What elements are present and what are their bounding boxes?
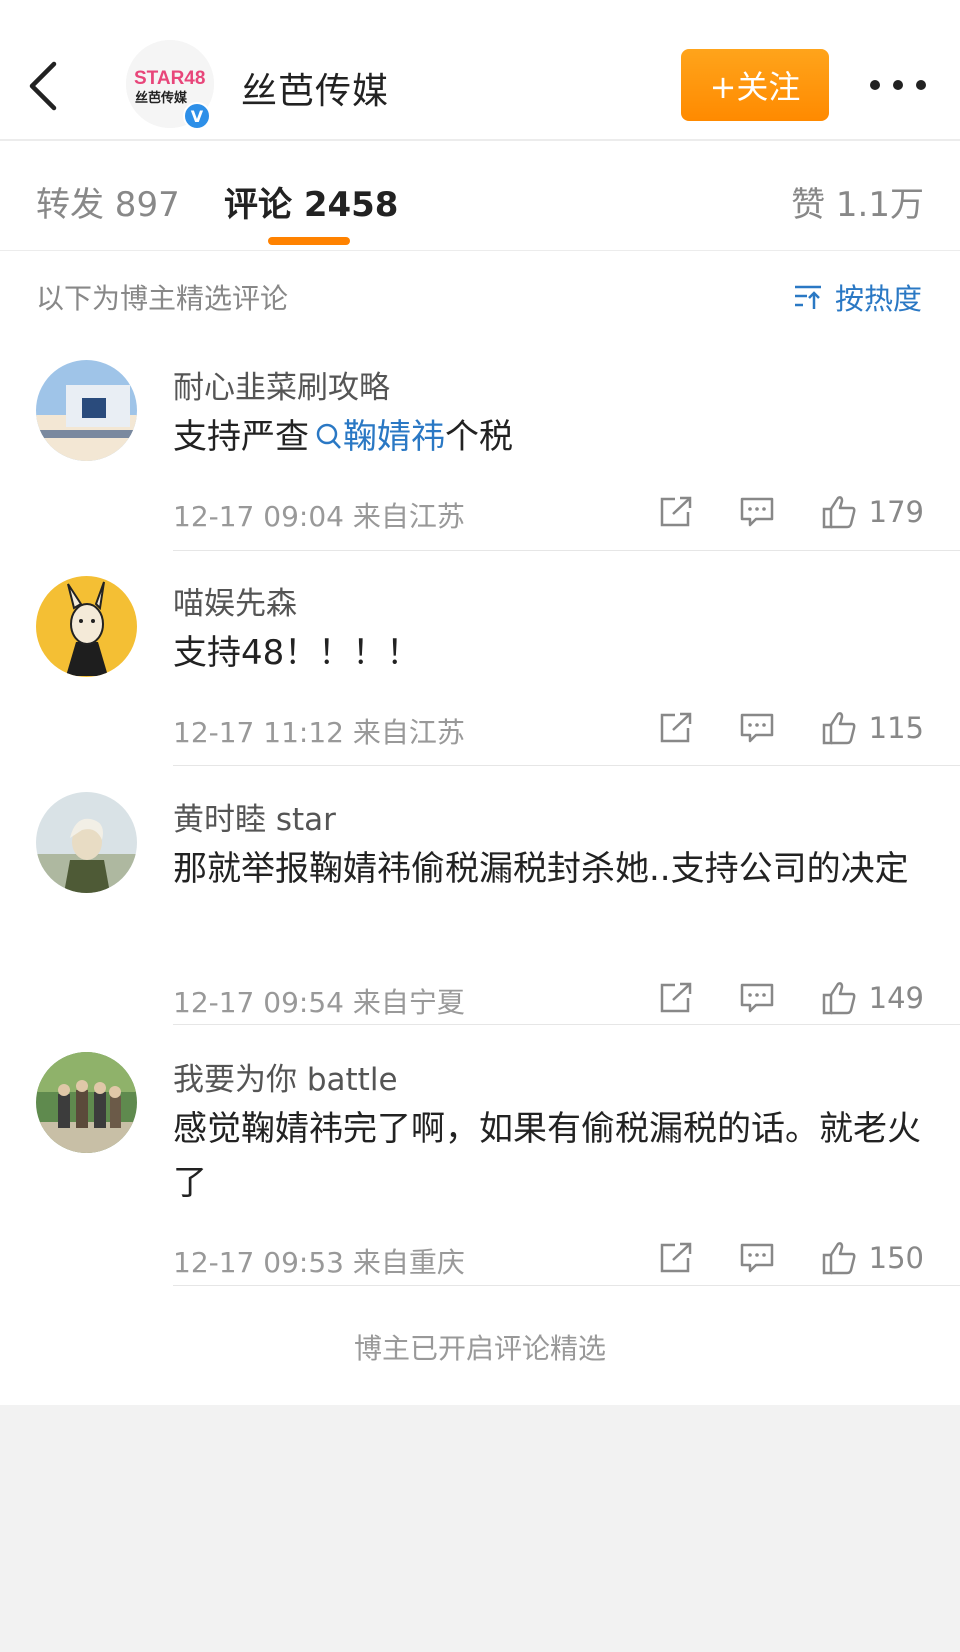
tab-repost[interactable]: 转发 897 xyxy=(36,177,180,226)
share-icon[interactable] xyxy=(659,496,693,528)
comment-actions: 115 xyxy=(659,708,924,748)
sort-label: 按热度 xyxy=(835,282,923,316)
comment-username[interactable]: 喵娱先森 xyxy=(173,578,297,623)
thumbs-up-icon xyxy=(822,982,856,1015)
comment-meta: 12-17 09:53 来自重庆 xyxy=(173,1246,465,1279)
back-icon[interactable] xyxy=(26,56,62,116)
like-count: 150 xyxy=(868,1241,924,1275)
like-button[interactable]: 149 xyxy=(821,981,924,1015)
like-count: 179 xyxy=(868,495,924,529)
tab-comments[interactable]: 评论 2458 xyxy=(224,177,398,226)
like-count: 115 xyxy=(868,711,924,745)
reply-icon[interactable] xyxy=(739,496,775,528)
topic-link[interactable]: 鞠婧祎 xyxy=(309,417,445,457)
comment-username[interactable]: 耐心韭菜刷攻略 xyxy=(173,362,390,407)
share-icon[interactable] xyxy=(659,1242,693,1274)
like-button[interactable]: 150 xyxy=(821,1241,924,1275)
verified-badge-icon: V xyxy=(183,102,211,130)
logo-text-top: STAR48 xyxy=(134,68,205,89)
reply-icon[interactable] xyxy=(739,1242,775,1274)
featured-comments-label: 以下为博主精选评论 xyxy=(36,282,289,315)
comment-meta: 12-17 09:04 来自江苏 xyxy=(173,500,465,533)
comment-username[interactable]: 我要为你 battle xyxy=(173,1054,398,1099)
divider xyxy=(173,550,960,551)
avatar[interactable] xyxy=(36,1052,137,1153)
like-count: 149 xyxy=(868,981,924,1015)
reply-icon[interactable] xyxy=(739,982,775,1014)
comment-username[interactable]: 黄时睦 star xyxy=(173,794,336,839)
more-options-icon[interactable] xyxy=(870,70,926,100)
avatar[interactable] xyxy=(36,576,137,677)
thumbs-up-icon xyxy=(822,712,856,745)
comment-actions: 149 xyxy=(659,978,924,1018)
thumbs-up-icon xyxy=(822,496,856,529)
divider xyxy=(173,1285,960,1286)
sort-icon xyxy=(795,285,821,309)
like-button[interactable]: 179 xyxy=(821,495,924,529)
comment-actions: 179 xyxy=(659,492,924,532)
comment-meta: 12-17 09:54 来自宁夏 xyxy=(173,986,465,1019)
tab-bar: 转发 897 评论 2458 赞 1.1万 xyxy=(0,143,960,251)
reply-icon[interactable] xyxy=(739,712,775,744)
tab-likes[interactable]: 赞 1.1万 xyxy=(791,177,924,226)
avatar[interactable] xyxy=(36,360,137,461)
comment-meta: 12-17 11:12 来自江苏 xyxy=(173,716,465,749)
divider xyxy=(173,765,960,766)
sort-by-hot-button[interactable]: 按热度 xyxy=(793,276,922,318)
active-tab-indicator xyxy=(268,237,350,245)
account-name[interactable]: 丝芭传媒 xyxy=(241,62,389,114)
comment-actions: 150 xyxy=(659,1238,924,1278)
like-button[interactable]: 115 xyxy=(821,711,924,745)
comment-text: 感觉鞠婧祎完了啊，如果有偷税漏税的话。就老火了 xyxy=(173,1109,921,1203)
avatar[interactable] xyxy=(36,792,137,893)
comment-text: 支持48！！！！ xyxy=(173,633,421,673)
share-icon[interactable] xyxy=(659,982,693,1014)
share-icon[interactable] xyxy=(659,712,693,744)
top-bar: STAR48 丝芭传媒 V 丝芭传媒 +关注 xyxy=(0,0,960,141)
comment-text: 那就举报鞠婧祎偷税漏税封杀她..支持公司的决定 xyxy=(173,849,909,889)
thumbs-up-icon xyxy=(822,1242,856,1275)
comment-filter-note: 博主已开启评论精选 xyxy=(353,1332,606,1365)
comment-text: 支持严查 鞠婧祎个税 xyxy=(173,417,513,457)
divider xyxy=(173,1024,960,1025)
follow-button[interactable]: +关注 xyxy=(681,49,829,121)
logo-text-bottom: 丝芭传媒 xyxy=(135,90,188,106)
search-icon xyxy=(316,423,341,449)
